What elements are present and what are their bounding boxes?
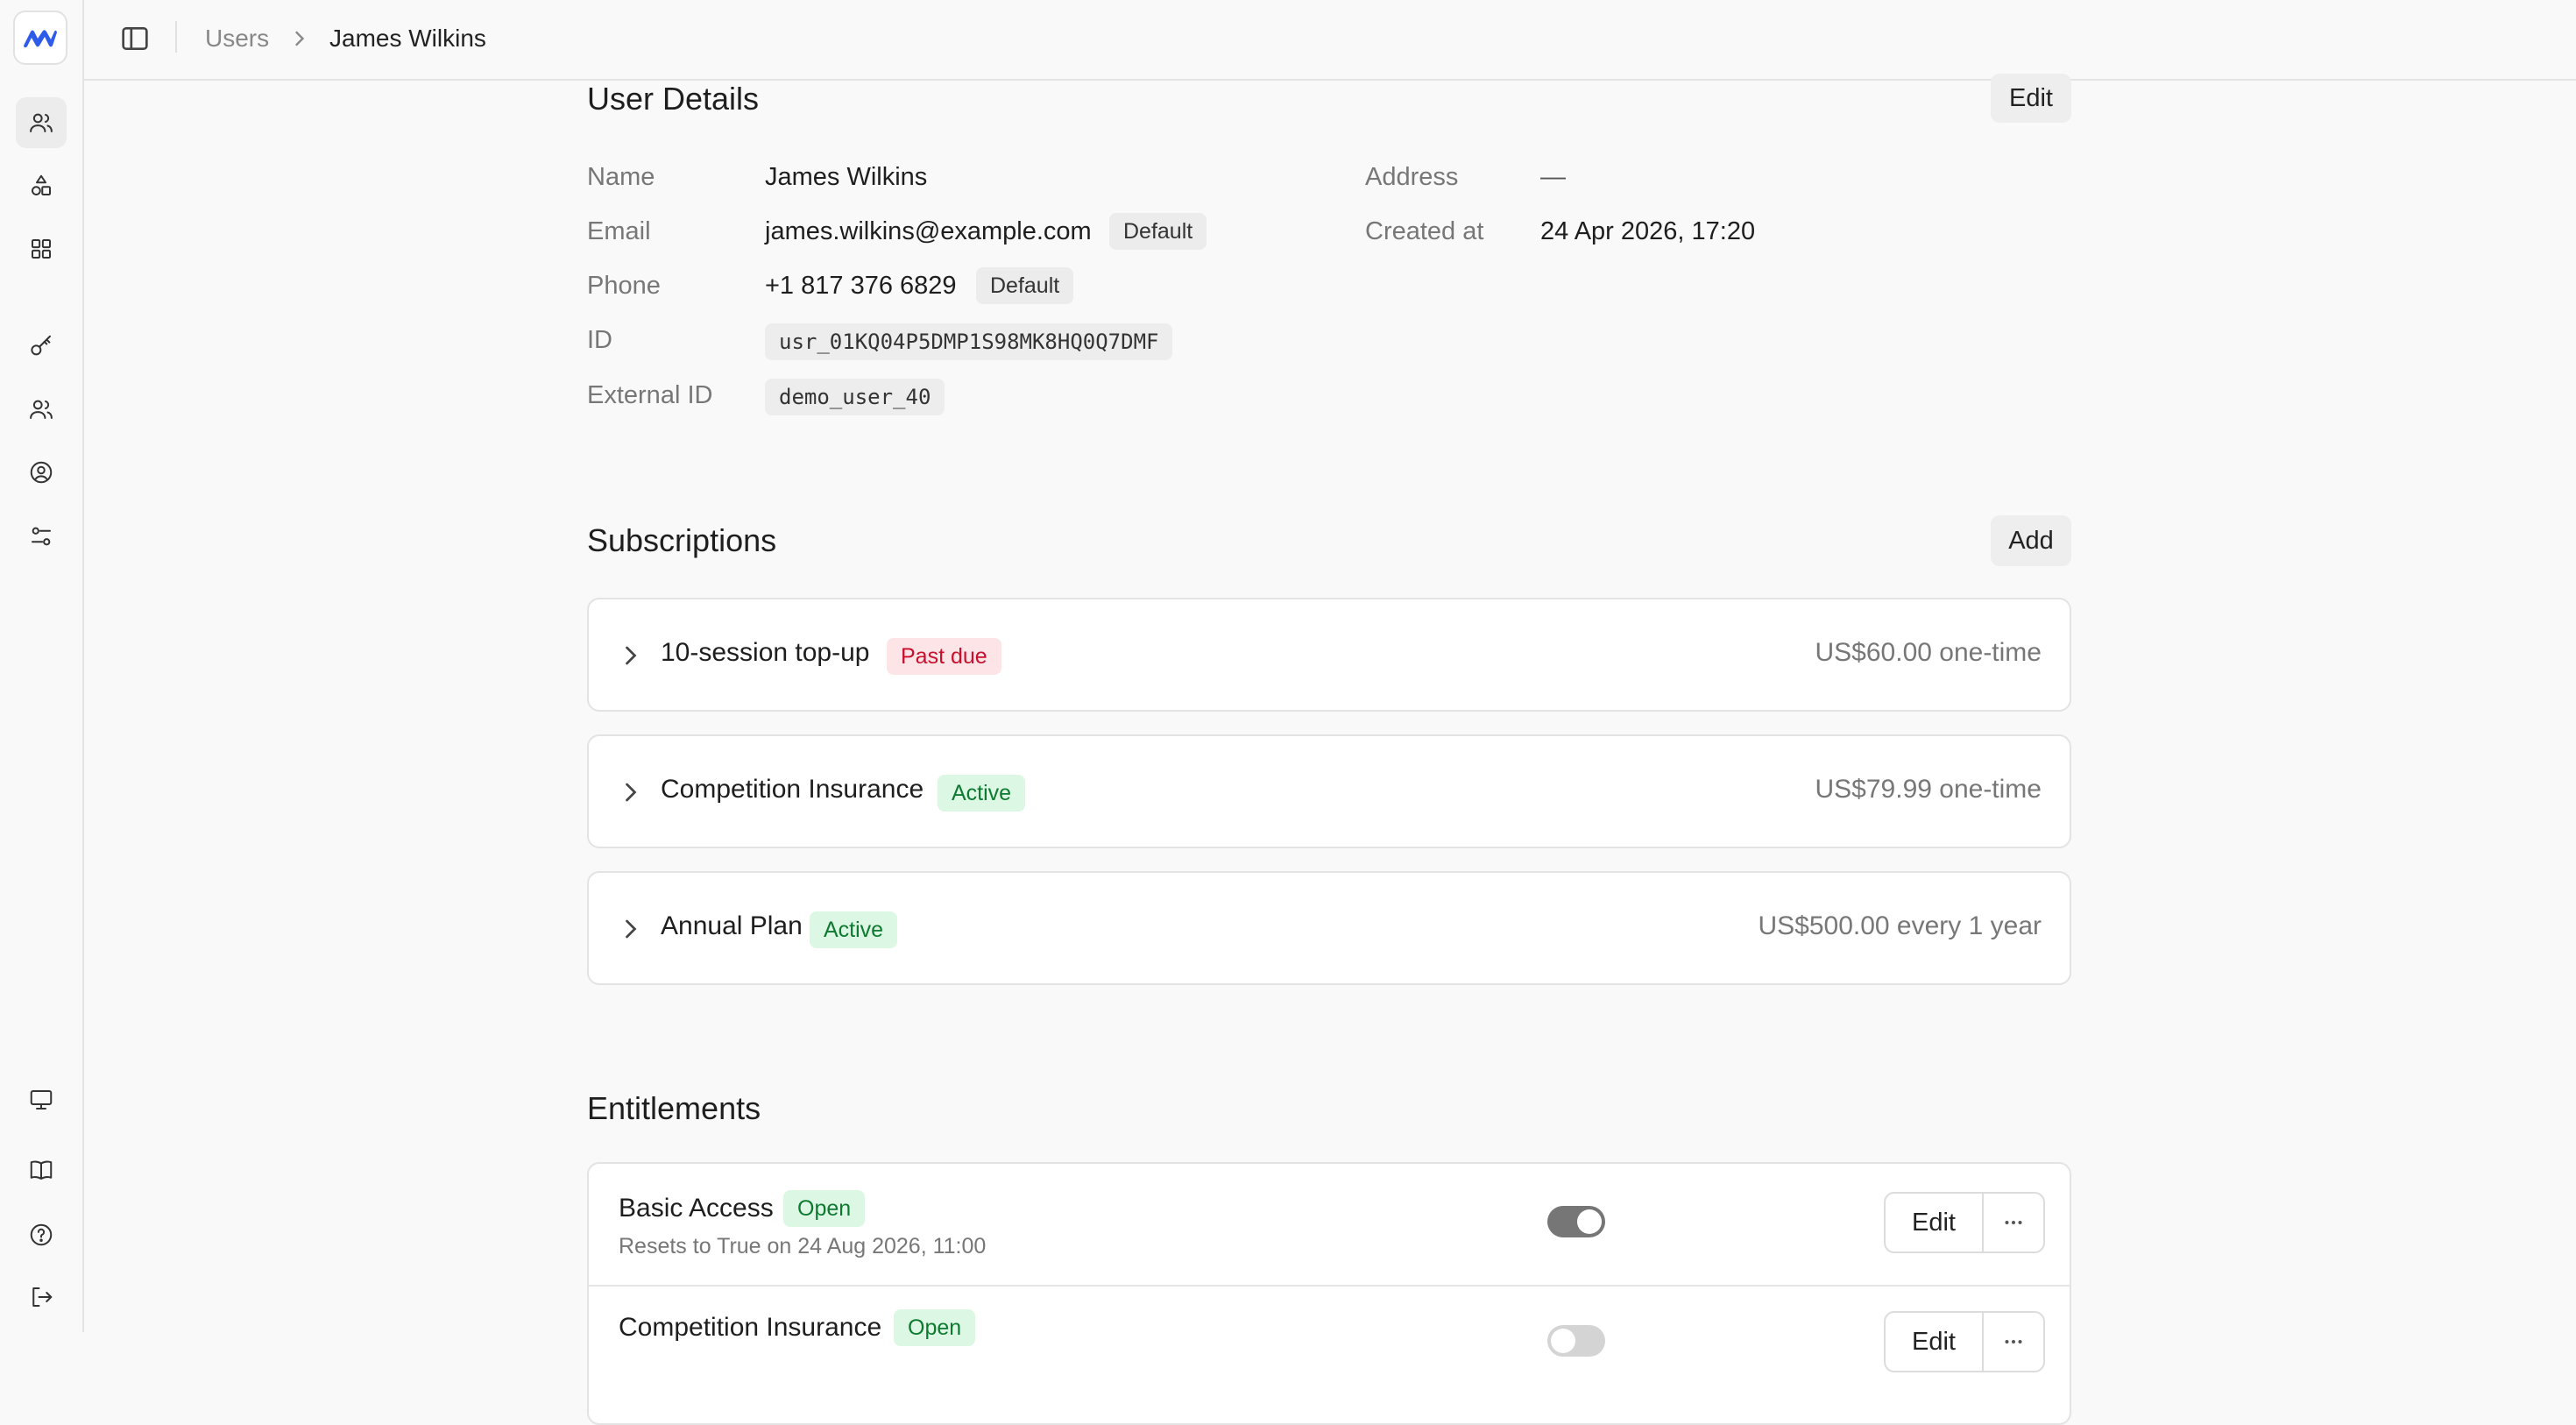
nav-docs[interactable]	[16, 1145, 67, 1195]
more-options-button[interactable]	[1984, 1313, 2043, 1371]
nav-users[interactable]	[16, 97, 67, 148]
user-id-value: usr_01KQ04P5DMP1S98MK8HQ0Q7DMF	[765, 323, 1173, 360]
logo-icon	[24, 30, 57, 48]
subscription-price: US$60.00 one-time	[1815, 638, 2042, 667]
subscriptions-title: Subscriptions	[587, 522, 777, 558]
nav-help[interactable]	[16, 1209, 67, 1260]
key-icon	[31, 335, 51, 356]
created-at-label: Created at	[1365, 217, 1484, 245]
chevron-right-icon	[287, 26, 312, 51]
sidebar-toggle-icon	[122, 27, 148, 50]
entitlement-toggle[interactable]	[1547, 1206, 1605, 1237]
phone-value: +1 817 376 6829	[765, 272, 957, 300]
team-icon	[30, 400, 53, 419]
nav-settings[interactable]	[16, 511, 67, 562]
nav-api-keys[interactable]	[16, 321, 67, 372]
nav-account[interactable]	[16, 447, 67, 498]
edit-entitlement-button[interactable]: Edit	[1886, 1194, 1984, 1251]
more-horizontal-icon	[2005, 1340, 2022, 1343]
subscription-price: US$500.00 every 1 year	[1758, 911, 2042, 940]
chevron-right-icon[interactable]	[615, 640, 647, 671]
monitor-icon	[30, 1090, 53, 1110]
user-circle-icon	[30, 461, 53, 484]
nav-apps[interactable]	[16, 223, 67, 274]
users-icon	[30, 113, 53, 132]
entitlement-actions: Edit	[1884, 1192, 2045, 1253]
divider	[175, 21, 177, 53]
entitlements-list: Basic Access Open Resets to True on 24 A…	[587, 1162, 2071, 1425]
subscription-card[interactable]: 10-session top-up Past due US$60.00 one-…	[587, 598, 2071, 712]
nav-logout[interactable]	[16, 1272, 67, 1322]
nav-team[interactable]	[16, 384, 67, 435]
sidebar	[0, 0, 84, 1332]
subscription-card[interactable]: Annual Plan Active US$500.00 every 1 yea…	[587, 871, 2071, 985]
more-options-button[interactable]	[1984, 1194, 2043, 1251]
sidebar-toggle-button[interactable]	[117, 21, 152, 56]
phone-default-badge: Default	[976, 267, 1074, 304]
email-default-badge: Default	[1109, 213, 1207, 250]
nav-preview[interactable]	[16, 1074, 67, 1125]
chevron-right-icon[interactable]	[615, 776, 647, 808]
top-bar: Users James Wilkins	[84, 0, 2576, 81]
subscription-card[interactable]: Competition Insurance Active US$79.99 on…	[587, 734, 2071, 848]
logout-icon	[32, 1287, 53, 1307]
name-value: James Wilkins	[765, 163, 928, 191]
add-subscription-button[interactable]: Add	[1991, 515, 2071, 566]
external-id-label: External ID	[587, 381, 713, 409]
entitlement-row: Basic Access Open Resets to True on 24 A…	[589, 1164, 2070, 1287]
address-value: —	[1540, 163, 1566, 191]
sliders-icon	[32, 527, 51, 546]
entitlement-reset-text: Resets to True on 24 Aug 2026, 11:00	[619, 1234, 987, 1258]
entitlements-title: Entitlements	[587, 1090, 761, 1126]
created-at-value: 24 Apr 2026, 17:20	[1540, 217, 1756, 245]
user-details-title: User Details	[587, 81, 760, 117]
entitlement-toggle[interactable]	[1547, 1325, 1605, 1357]
entitlement-row: Competition Insurance Open Edit	[589, 1287, 2070, 1407]
breadcrumb-users[interactable]: Users	[205, 21, 269, 56]
edit-entitlement-button[interactable]: Edit	[1886, 1313, 1984, 1371]
more-horizontal-icon	[2005, 1221, 2022, 1224]
status-badge: Active	[810, 911, 898, 948]
subscription-name: 10-session top-up	[661, 638, 870, 667]
email-label: Email	[587, 217, 651, 245]
entitlement-name: Basic Access	[619, 1194, 774, 1223]
status-badge: Active	[938, 775, 1026, 812]
book-icon	[30, 1160, 53, 1180]
name-label: Name	[587, 163, 655, 191]
grid-icon	[32, 239, 51, 259]
status-badge: Past due	[887, 638, 1001, 675]
status-badge: Open	[783, 1190, 866, 1227]
address-label: Address	[1365, 163, 1459, 191]
nav-products[interactable]	[16, 160, 67, 211]
phone-label: Phone	[587, 272, 661, 300]
subscription-name: Annual Plan	[661, 911, 803, 940]
chevron-right-icon[interactable]	[615, 913, 647, 945]
status-badge: Open	[894, 1309, 976, 1346]
external-id-value: demo_user_40	[765, 379, 945, 415]
entitlement-actions: Edit	[1884, 1311, 2045, 1372]
subscription-name: Competition Insurance	[661, 775, 924, 804]
edit-user-button[interactable]: Edit	[1991, 74, 2071, 123]
breadcrumb-current: James Wilkins	[329, 25, 486, 52]
help-circle-icon	[30, 1223, 53, 1246]
app-logo[interactable]	[13, 11, 67, 65]
subscription-price: US$79.99 one-time	[1815, 775, 2042, 804]
email-value: james.wilkins@example.com	[765, 217, 1092, 245]
entitlement-name: Competition Insurance	[619, 1313, 882, 1342]
shapes-icon	[32, 174, 51, 195]
id-label: ID	[587, 326, 612, 354]
